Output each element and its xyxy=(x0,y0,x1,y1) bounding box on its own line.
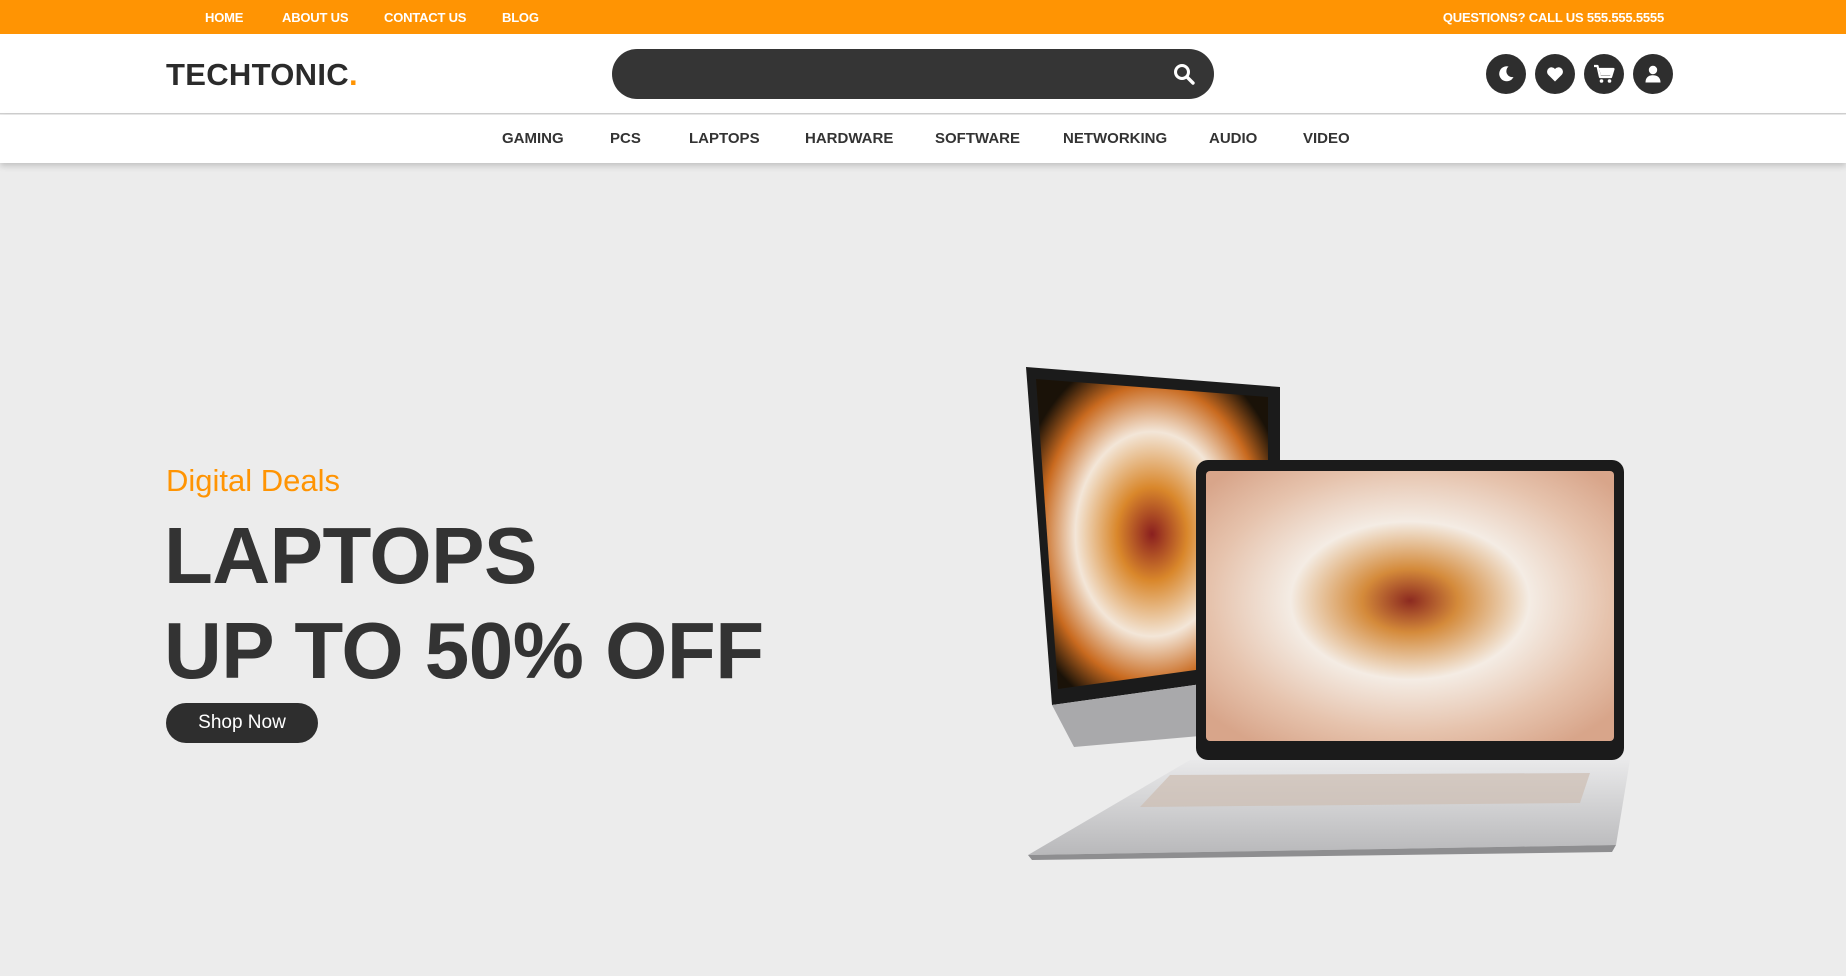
moon-icon xyxy=(1499,66,1514,82)
top-link-blog[interactable]: BLOG xyxy=(502,10,539,25)
logo-text: TECHTONIC xyxy=(166,57,349,92)
search-bar xyxy=(612,49,1214,99)
wishlist-button[interactable] xyxy=(1535,54,1575,94)
hero-title: LAPTOPS UP TO 50% OFF xyxy=(164,508,764,698)
phone-contact-text[interactable]: QUESTIONS? CALL US 555.555.5555 xyxy=(1443,10,1664,25)
category-audio[interactable]: AUDIO xyxy=(1209,130,1257,147)
category-gaming[interactable]: GAMING xyxy=(502,130,564,147)
account-button[interactable] xyxy=(1633,54,1673,94)
top-link-home[interactable]: HOME xyxy=(205,10,243,25)
logo-dot: . xyxy=(348,57,358,92)
search-icon[interactable] xyxy=(1172,62,1196,86)
category-laptops[interactable]: LAPTOPS xyxy=(689,130,760,147)
shop-now-button[interactable]: Shop Now xyxy=(166,703,318,743)
hero-title-line-2: UP TO 50% OFF xyxy=(164,606,764,695)
cart-button[interactable] xyxy=(1584,54,1624,94)
category-networking[interactable]: NETWORKING xyxy=(1063,130,1167,147)
heart-icon xyxy=(1547,67,1563,82)
category-video[interactable]: VIDEO xyxy=(1303,130,1350,147)
category-pcs[interactable]: PCS xyxy=(610,130,641,147)
top-link-about-us[interactable]: ABOUT US xyxy=(282,10,348,25)
top-bar: HOME ABOUT US CONTACT US BLOG QUESTIONS?… xyxy=(0,0,1846,34)
user-icon xyxy=(1645,65,1661,83)
top-link-contact-us[interactable]: CONTACT US xyxy=(384,10,466,25)
hero-title-line-1: LAPTOPS xyxy=(164,511,537,600)
search-input[interactable] xyxy=(640,49,1160,99)
hero-laptops-image xyxy=(1026,367,1630,860)
dark-mode-button[interactable] xyxy=(1486,54,1526,94)
logo[interactable]: TECHTONIC. xyxy=(166,57,358,93)
category-nav: GAMING PCS LAPTOPS HARDWARE SOFTWARE NET… xyxy=(0,115,1846,163)
category-software[interactable]: SOFTWARE xyxy=(935,130,1020,147)
hero-subtitle: Digital Deals xyxy=(166,463,341,498)
header: TECHTONIC. xyxy=(0,34,1846,114)
category-hardware[interactable]: HARDWARE xyxy=(805,130,893,147)
cart-icon xyxy=(1594,64,1615,83)
